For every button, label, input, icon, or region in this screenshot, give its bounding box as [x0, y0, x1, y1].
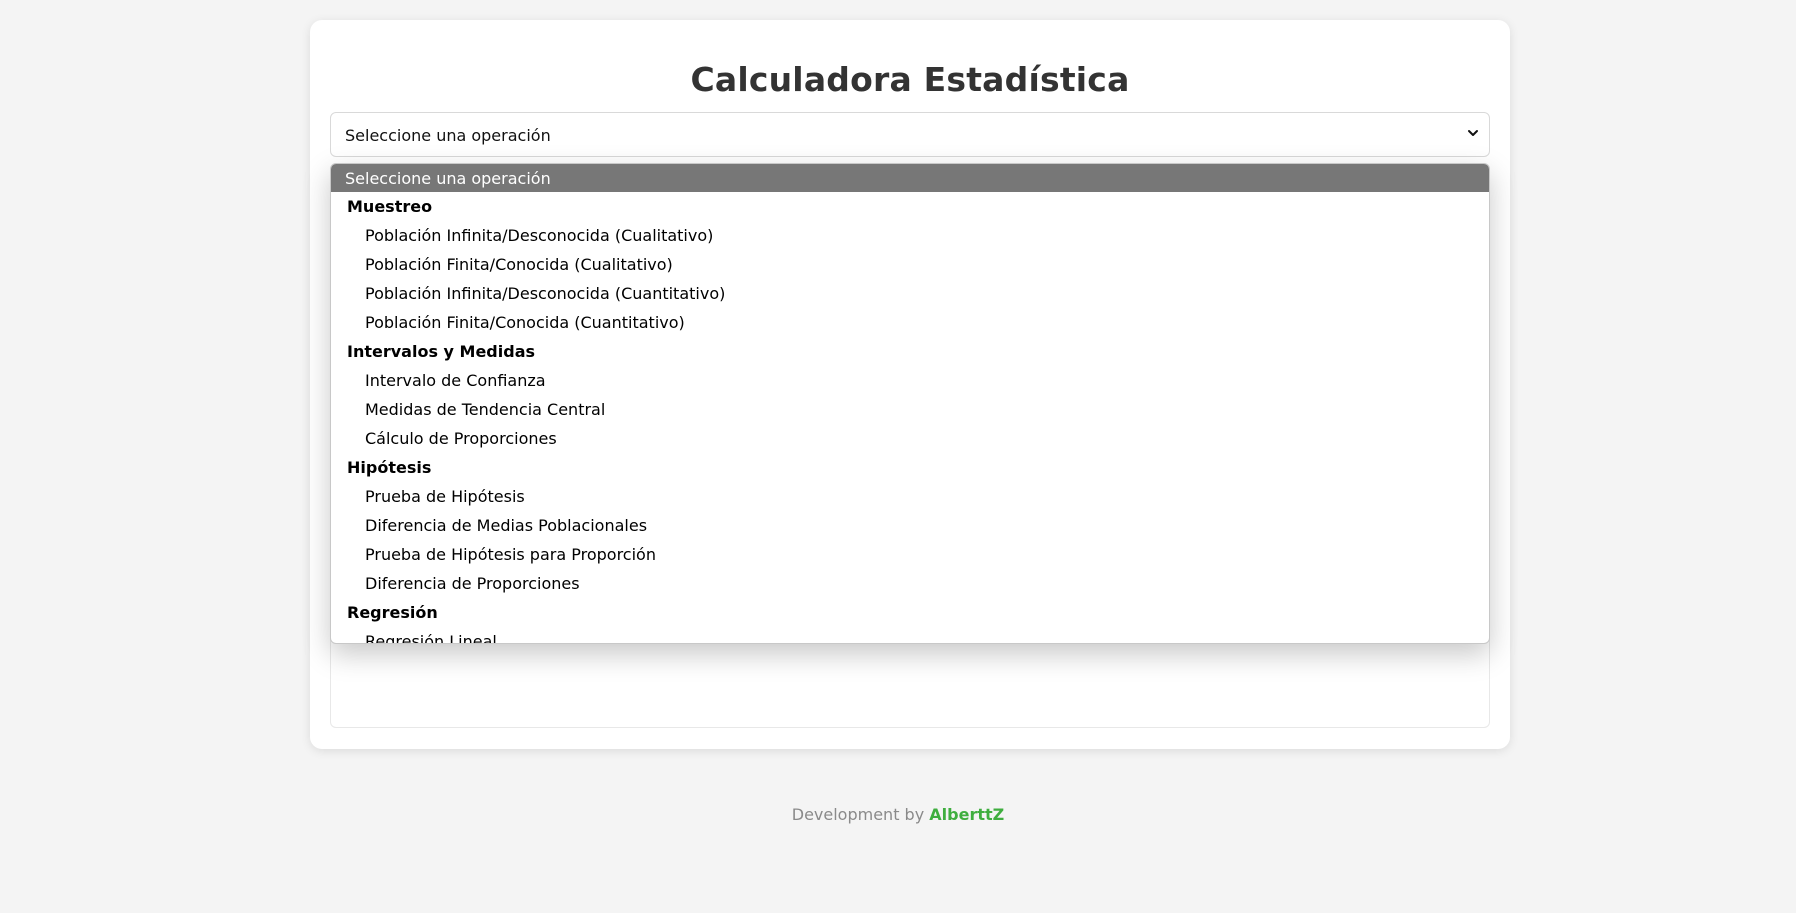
optgroup-muestreo: Muestreo: [347, 197, 433, 216]
operation-select[interactable]: Seleccione una operación: [330, 112, 1490, 157]
optgroup-regresion: Regresión: [347, 603, 438, 622]
dropdown-option[interactable]: Diferencia de Proporciones: [331, 569, 1489, 598]
optgroup-intervalos-y-medidas: Intervalos y Medidas: [347, 342, 536, 361]
dropdown-option[interactable]: Cálculo de Proporciones: [331, 424, 1489, 453]
footer-author-link[interactable]: AlberttZ: [929, 805, 1004, 824]
footer-prefix: Development by: [791, 805, 930, 824]
dropdown-option[interactable]: Población Infinita/Desconocida (Cualitat…: [331, 221, 1489, 250]
page-title: Calculadora Estadística: [690, 60, 1130, 99]
dropdown-option[interactable]: Población Finita/Conocida (Cuantitativo): [331, 308, 1489, 337]
dropdown-option[interactable]: Regresión Lineal: [331, 627, 1489, 643]
dropdown-option-placeholder[interactable]: Seleccione una operación: [331, 164, 1489, 192]
dropdown-option[interactable]: Población Finita/Conocida (Cualitativo): [331, 250, 1489, 279]
dropdown-option[interactable]: Prueba de Hipótesis para Proporción: [331, 540, 1489, 569]
chevron-down-icon: [1468, 130, 1478, 136]
operation-select-value: Seleccione una operación: [345, 126, 551, 145]
dropdown-option[interactable]: Prueba de Hipótesis: [331, 482, 1489, 511]
dropdown-option[interactable]: Medidas de Tendencia Central: [331, 395, 1489, 424]
operation-dropdown-list: Seleccione una operación Muestreo Poblac…: [330, 163, 1490, 644]
footer: Development by AlberttZ: [0, 805, 1796, 824]
dropdown-option[interactable]: Población Infinita/Desconocida (Cuantita…: [331, 279, 1489, 308]
dropdown-option[interactable]: Diferencia de Medias Poblacionales: [331, 511, 1489, 540]
dropdown-option[interactable]: Intervalo de Confianza: [331, 366, 1489, 395]
optgroup-hipotesis: Hipótesis: [347, 458, 432, 477]
